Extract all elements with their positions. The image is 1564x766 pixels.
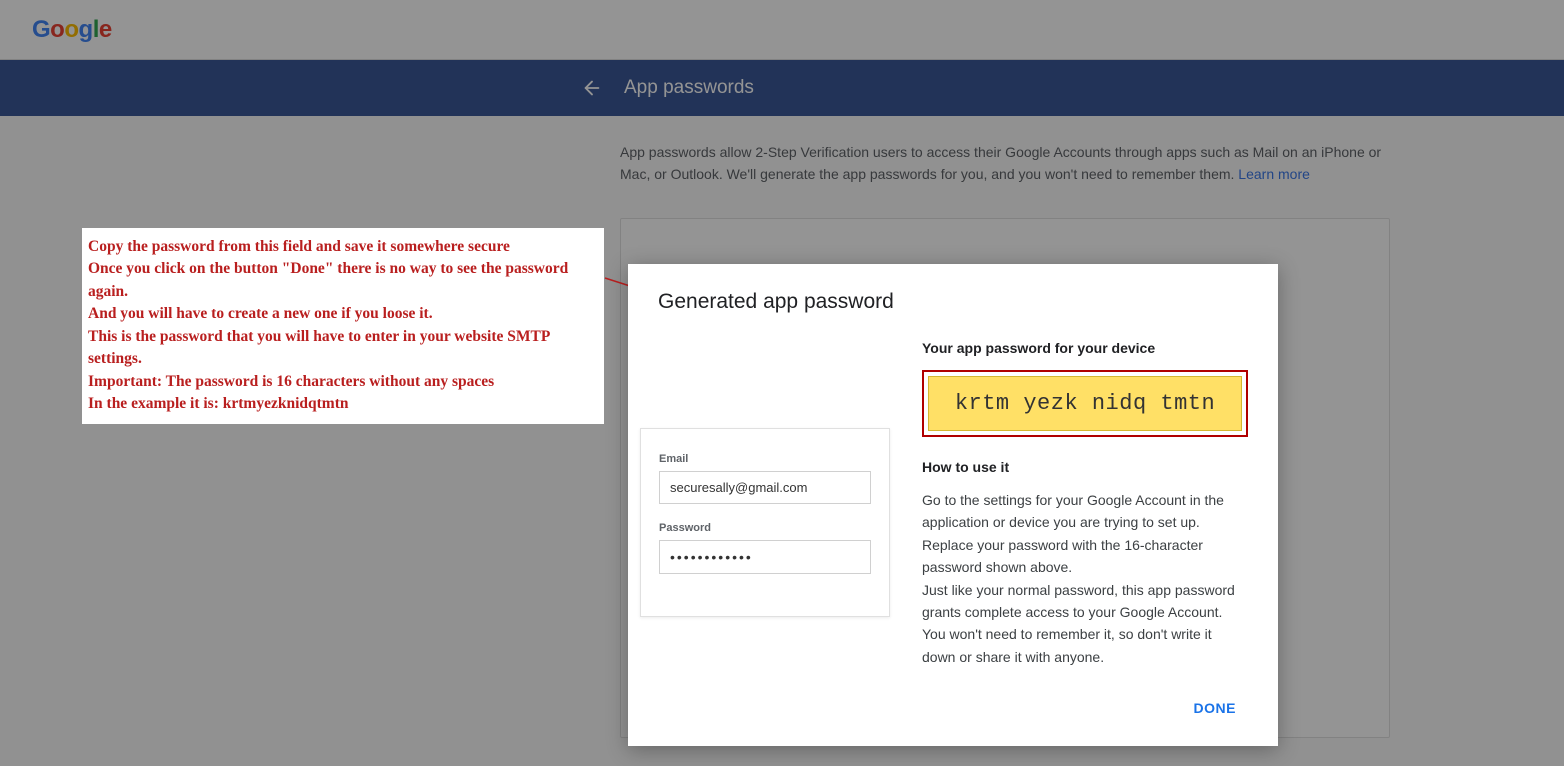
generated-password-value[interactable]: krtm yezk nidq tmtn [928, 376, 1242, 431]
instructions-column: Your app password for your device krtm y… [922, 340, 1248, 668]
email-label: Email [659, 453, 871, 465]
generated-password-modal: Generated app password Email securesally… [628, 264, 1278, 746]
password-label: Password [659, 522, 871, 534]
password-field: •••••••••••• [659, 540, 871, 574]
modal-body: Email securesally@gmail.com Password •••… [658, 340, 1248, 668]
howto-paragraph: Just like your normal password, this app… [922, 579, 1248, 669]
done-button[interactable]: DONE [1182, 692, 1248, 724]
howto-paragraph: Go to the settings for your Google Accou… [922, 489, 1248, 579]
password-highlight-outline: krtm yezk nidq tmtn [922, 370, 1248, 437]
annotation-line: This is the password that you will have … [88, 326, 598, 371]
modal-footer: DONE [658, 692, 1248, 724]
annotation-line: In the example it is: krtmyezknidqtmtn [88, 393, 598, 415]
device-preview-column: Email securesally@gmail.com Password •••… [640, 428, 890, 668]
annotation-line: And you will have to create a new one if… [88, 303, 598, 325]
email-field: securesally@gmail.com [659, 471, 871, 504]
device-heading: Your app password for your device [922, 340, 1248, 356]
annotation-line: Copy the password from this field and sa… [88, 236, 598, 258]
modal-title: Generated app password [658, 290, 1248, 314]
device-preview-card: Email securesally@gmail.com Password •••… [640, 428, 890, 617]
annotation-callout: Copy the password from this field and sa… [82, 228, 604, 424]
annotation-line: Once you click on the button "Done" ther… [88, 258, 598, 303]
annotation-line: Important: The password is 16 characters… [88, 371, 598, 393]
howto-title: How to use it [922, 459, 1248, 475]
